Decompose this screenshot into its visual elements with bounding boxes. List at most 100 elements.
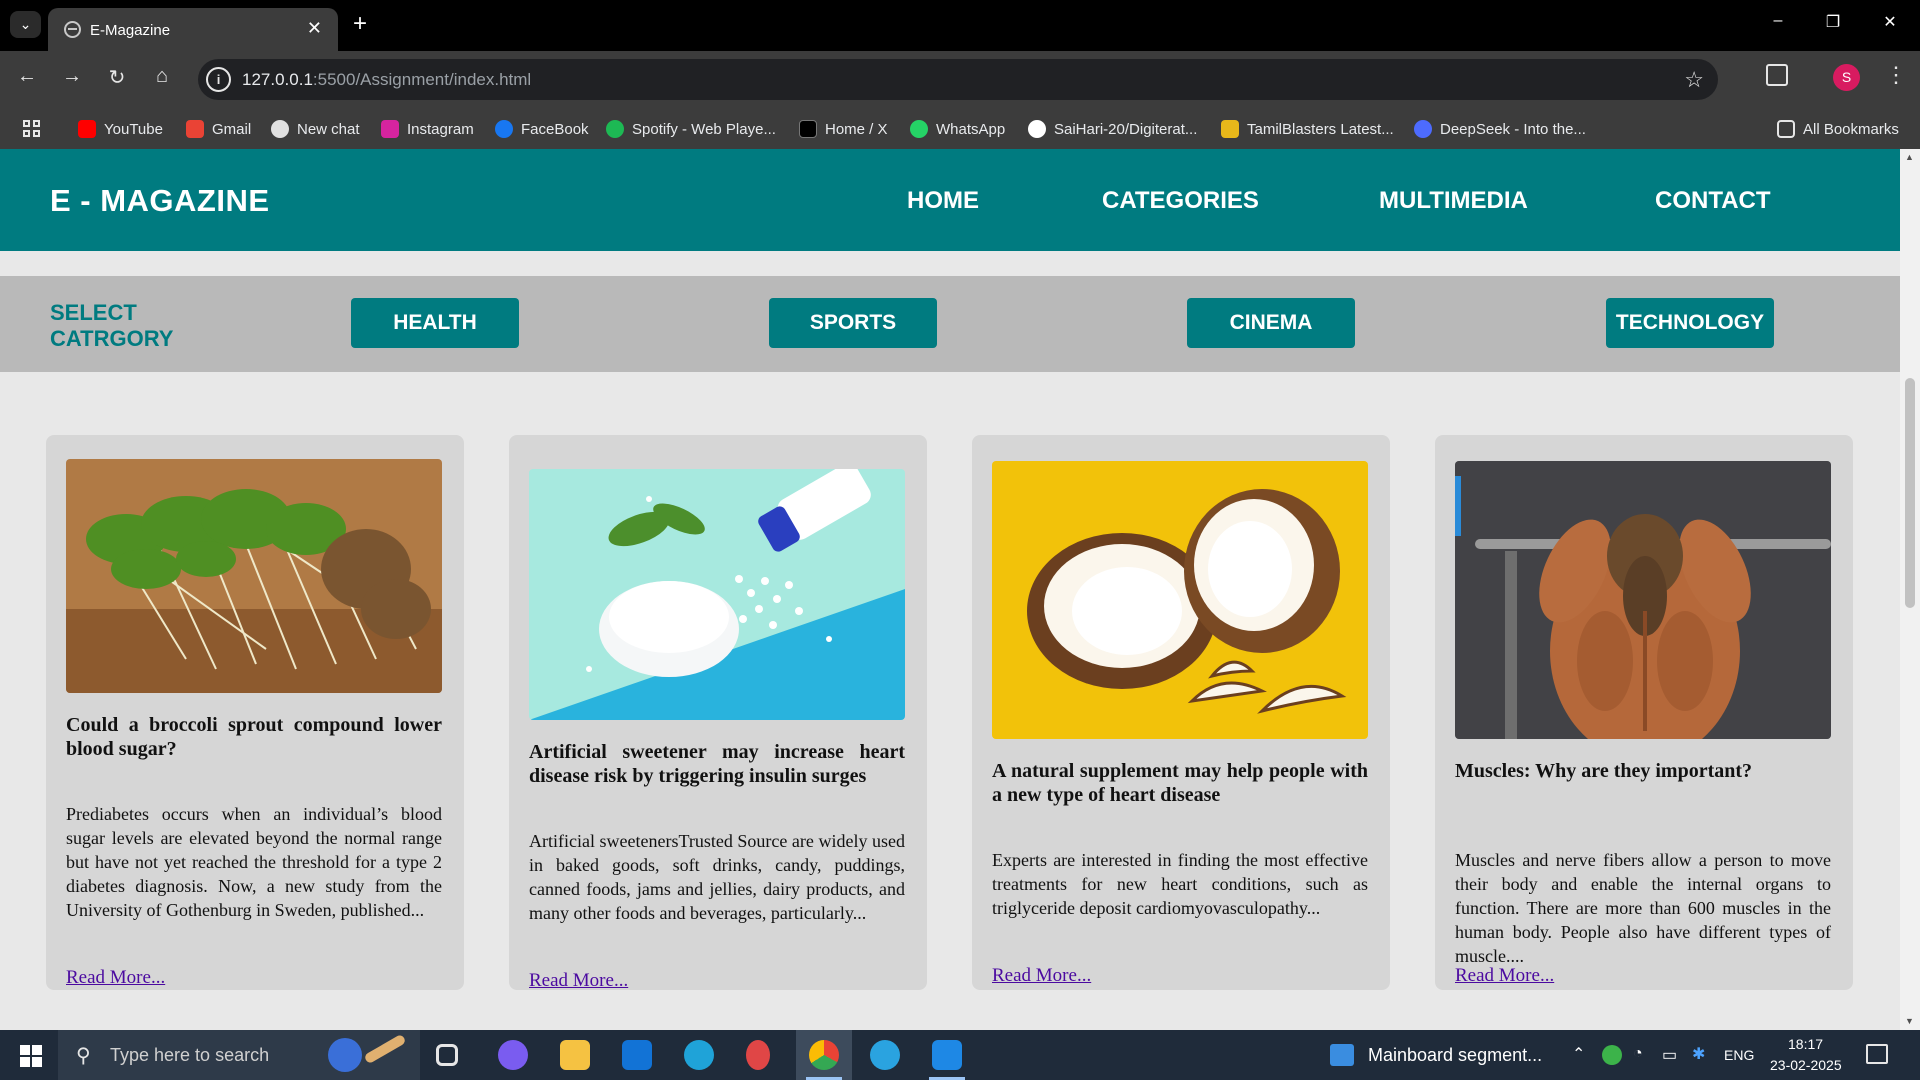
bookmark-github[interactable]: SaiHari-20/Digiterat... [1028,117,1197,141]
clock-date[interactable]: 23-02-2025 [1770,1057,1842,1073]
spotify-icon [606,120,624,138]
search-icon: ⚲ [76,1045,91,1067]
site-logo[interactable]: E - MAGAZINE [50,183,270,219]
chrome-icon[interactable] [809,1040,839,1070]
bookmark-deepseek[interactable]: DeepSeek - Into the... [1414,117,1586,141]
gmail-icon [186,120,204,138]
scroll-up-icon[interactable]: ▲ [1905,152,1914,162]
scroll-thumb[interactable] [1905,378,1915,608]
nav-home[interactable]: HOME [907,187,979,215]
site-header: E - MAGAZINE HOME CATEGORIES MULTIMEDIA … [0,149,1900,251]
bookmark-spotify[interactable]: Spotify - Web Playe... [606,117,776,141]
muscular-man-image [1455,461,1831,739]
tab-search-button[interactable]: ⌄ [10,11,41,38]
home-icon[interactable]: ⌂ [148,65,176,88]
extensions-icon[interactable] [1766,64,1788,86]
clock-time[interactable]: 18:17 [1788,1036,1823,1052]
tool-icon[interactable] [746,1040,770,1070]
tamilblasters-icon [1221,120,1239,138]
telegram-icon[interactable] [870,1040,900,1070]
nav-categories[interactable]: CATEGORIES [1102,187,1259,215]
nav-multimedia[interactable]: MULTIMEDIA [1379,187,1528,215]
news-widget-icon[interactable] [1330,1044,1354,1066]
article-card: A natural supplement may help people wit… [972,435,1390,990]
copilot-icon[interactable] [498,1040,528,1070]
read-more-link[interactable]: Read More... [529,970,628,992]
wifi-icon[interactable]: ◔ [1633,1045,1643,1063]
language-indicator[interactable]: ENG [1724,1047,1754,1063]
instagram-icon [381,120,399,138]
browser-tab[interactable]: E-Magazine ✕ [48,8,338,51]
article-excerpt: Experts are interested in finding the mo… [992,850,1368,918]
notification-text[interactable]: Mainboard segment... [1368,1045,1542,1066]
windows-taskbar: ⚲ Type here to search Mainboard segment.… [0,1030,1920,1080]
apps-grid-icon[interactable] [23,120,41,138]
taskbar-search[interactable]: ⚲ Type here to search [58,1030,420,1080]
profile-avatar[interactable]: S [1833,64,1860,91]
file-explorer-icon[interactable] [560,1040,590,1070]
x-logo-icon [799,120,817,138]
cricket-bat-icon [363,1033,407,1065]
bookmark-new-chat[interactable]: New chat [271,117,360,141]
category-technology-button[interactable]: TECHNOLOGY [1606,298,1774,348]
category-sports-button[interactable]: SPORTS [769,298,937,348]
article-title[interactable]: Could a broccoli sprout compound lower b… [66,713,442,761]
article-card: Artificial sweetener may increase heart … [509,435,927,992]
read-more-link[interactable]: Read More... [1455,965,1554,987]
close-window-button[interactable]: ✕ [1870,12,1910,32]
github-icon [1028,120,1046,138]
edge-icon[interactable] [684,1040,714,1070]
youtube-icon [78,120,96,138]
minimize-button[interactable]: – [1758,12,1798,30]
chatgpt-icon [271,120,289,138]
reload-icon[interactable]: ↻ [103,65,131,90]
bookmark-facebook[interactable]: FaceBook [495,117,589,141]
bookmark-gmail[interactable]: Gmail [186,117,251,141]
back-icon[interactable]: ← [13,65,41,88]
bluetooth-icon[interactable]: ✱ [1692,1044,1705,1064]
page-viewport: E - MAGAZINE HOME CATEGORIES MULTIMEDIA … [0,149,1900,1030]
vscode-icon[interactable] [932,1040,962,1070]
article-excerpt: Muscles and nerve fibers allow a person … [1455,850,1831,966]
bookmark-whatsapp[interactable]: WhatsApp [910,117,1005,141]
menu-icon[interactable]: ⋮ [1885,62,1907,88]
bookmark-instagram[interactable]: Instagram [381,117,474,141]
cricket-helmet-icon[interactable] [328,1038,362,1072]
url-text[interactable]: 127.0.0.1:5500/Assignment/index.html [242,70,531,90]
bookmark-tamilblasters[interactable]: TamilBlasters Latest... [1221,117,1394,141]
all-bookmarks[interactable]: All Bookmarks [1777,117,1899,141]
page-scrollbar[interactable]: ▲ ▼ [1900,149,1920,1030]
article-excerpt: Artificial sweetenersTrusted Source are … [529,831,905,923]
article-title[interactable]: Muscles: Why are they important? [1455,759,1831,783]
bookmarks-bar: YouTube Gmail New chat Instagram FaceBoo… [0,108,1920,149]
article-title[interactable]: A natural supplement may help people wit… [992,759,1368,807]
new-tab-button[interactable]: + [353,11,367,37]
task-view-icon[interactable] [436,1044,458,1066]
scroll-down-icon[interactable]: ▼ [1905,1016,1914,1026]
category-cinema-button[interactable]: CINEMA [1187,298,1355,348]
notifications-icon[interactable] [1866,1044,1888,1064]
close-tab-icon[interactable]: ✕ [307,18,322,39]
forward-icon[interactable]: → [58,65,86,88]
category-health-button[interactable]: HEALTH [351,298,519,348]
bookmark-youtube[interactable]: YouTube [78,117,163,141]
category-label: SELECT CATRGORY [50,300,174,351]
tray-expand-icon[interactable]: ⌃ [1572,1044,1585,1064]
site-info-icon[interactable]: i [206,67,231,92]
address-bar[interactable]: i 127.0.0.1:5500/Assignment/index.html ☆ [198,59,1718,100]
read-more-link[interactable]: Read More... [66,967,165,989]
outlook-icon[interactable] [622,1040,652,1070]
bookmark-x[interactable]: Home / X [799,117,888,141]
bookmark-star-icon[interactable]: ☆ [1684,67,1704,93]
restore-button[interactable]: ❐ [1813,12,1853,32]
battery-icon[interactable]: ▭ [1662,1045,1677,1065]
article-title[interactable]: Artificial sweetener may increase heart … [529,740,905,788]
browser-titlebar: ⌄ E-Magazine ✕ + – ❐ ✕ [0,0,1920,51]
broccoli-sprouts-image [66,459,442,693]
windows-start-icon[interactable] [20,1045,42,1067]
read-more-link[interactable]: Read More... [992,965,1091,987]
folder-icon [1777,120,1795,138]
artificial-sweetener-image [529,469,905,720]
tray-app-icon[interactable] [1602,1045,1622,1065]
nav-contact[interactable]: CONTACT [1655,187,1771,215]
